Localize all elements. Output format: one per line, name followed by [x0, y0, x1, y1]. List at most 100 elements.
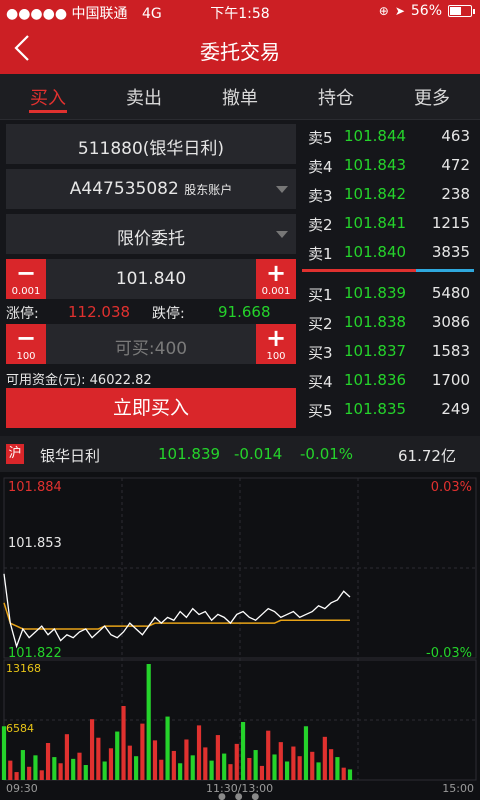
location-arrow-icon: ➤ — [394, 4, 405, 18]
volume-bar — [140, 723, 145, 780]
price-increase-button[interactable]: + 0.001 — [256, 259, 296, 299]
volume-bar — [209, 760, 214, 780]
bid-quantity: 249 — [441, 400, 470, 418]
limit-down-label: 跌停: — [152, 306, 185, 322]
volume-bar — [285, 761, 290, 780]
x-label-open: 09:30 — [6, 782, 38, 795]
account-number: A447535082 — [69, 179, 179, 199]
volume-bar — [115, 731, 120, 780]
volume-bar — [8, 760, 13, 780]
tab-buy[interactable]: 买入 — [0, 84, 96, 110]
volume-bar — [20, 750, 25, 780]
volume-bar — [234, 743, 239, 780]
ask-price: 101.842 — [344, 185, 407, 203]
ask-level: 卖5 — [308, 129, 333, 147]
battery-percent: 56% — [410, 3, 442, 19]
intraday-chart-svg — [1, 477, 477, 781]
bid-level: 买1 — [308, 286, 333, 304]
quantity-decrease-button[interactable]: − 100 — [6, 324, 46, 364]
price-stepper: − 0.001 101.840 + 0.001 — [6, 259, 296, 299]
price-decrease-button[interactable]: − 0.001 — [6, 259, 46, 299]
quantity-step-label: 100 — [16, 351, 36, 362]
bid-quantity: 1700 — [431, 371, 470, 389]
quote-price: 101.839 — [158, 445, 221, 463]
ask-row[interactable]: 卖5 101.844 463 — [300, 122, 480, 151]
volume-bar — [146, 664, 151, 780]
volume-bar — [278, 742, 283, 780]
volume-bar — [127, 745, 132, 780]
x-label-close: 15:00 — [442, 782, 474, 795]
bid-level: 买2 — [308, 315, 333, 333]
ask-bid-divider-blue — [416, 269, 474, 272]
orientation-lock-icon: ⊕ — [378, 4, 389, 18]
volume-bar — [228, 764, 233, 780]
ask-quantity: 463 — [441, 127, 470, 145]
volume-bar — [215, 735, 220, 780]
tab-more[interactable]: 更多 — [384, 84, 480, 110]
quote-name: 银华日利 — [40, 447, 101, 465]
quote-bar[interactable]: 沪 银华日利 101.839 -0.014 -0.01% 61.72亿 — [0, 436, 480, 472]
volume-bar — [259, 765, 265, 780]
pct-max-label: 0.03% — [430, 480, 472, 495]
stock-selector[interactable]: 511880(银华日利) — [6, 124, 296, 164]
volume-bar — [134, 756, 139, 780]
ask-level: 卖2 — [308, 216, 333, 234]
quantity-stepper: − 100 可买:400 + 100 — [6, 324, 296, 364]
volume-bar — [240, 722, 246, 780]
bid-price: 101.836 — [344, 371, 407, 389]
bid-row[interactable]: 买2 101.838 3086 — [300, 308, 480, 337]
ask-price: 101.843 — [344, 156, 407, 174]
volume-bar — [83, 765, 88, 780]
bid-row[interactable]: 买4 101.836 1700 — [300, 366, 480, 395]
volume-bar — [64, 734, 69, 780]
bid-row[interactable]: 买1 101.839 5480 — [300, 279, 480, 308]
volume-bar — [89, 719, 95, 780]
volume-bar — [291, 746, 296, 780]
ask-row[interactable]: 卖1 101.840 3835 — [300, 238, 480, 267]
volume-bar — [27, 766, 32, 780]
ask-price: 101.841 — [344, 214, 407, 232]
ask-level: 卖1 — [308, 245, 333, 263]
minus-icon: − — [15, 324, 37, 352]
bid-row[interactable]: 买5 101.835 249 — [300, 395, 480, 424]
volume-bar — [272, 754, 277, 780]
volume-bar — [335, 757, 340, 780]
ask-quantity: 1215 — [431, 214, 470, 232]
order-type-selector[interactable]: 限价委托 — [6, 214, 296, 254]
plus-icon: + — [265, 259, 287, 287]
volume-bar — [322, 736, 327, 780]
volume-bar — [184, 739, 189, 780]
price-input[interactable]: 101.840 — [46, 269, 256, 289]
account-selector[interactable]: A447535082 股东账户 — [6, 169, 296, 209]
volume-bar — [253, 750, 258, 780]
minus-icon: − — [15, 259, 37, 287]
market-badge: 沪 — [6, 444, 24, 464]
trade-tabs: 买入 卖出 撤单 持仓 更多 — [0, 74, 480, 120]
volume-bar — [297, 756, 302, 780]
buy-now-button[interactable]: 立即买入 — [6, 388, 296, 428]
quantity-input[interactable]: 可买:400 — [46, 334, 256, 359]
quantity-increase-button[interactable]: + 100 — [256, 324, 296, 364]
tab-sell[interactable]: 卖出 — [96, 84, 192, 110]
stock-code: 511880(银华日利) — [77, 139, 225, 159]
ask-quantity: 3835 — [431, 243, 470, 261]
tab-positions[interactable]: 持仓 — [288, 84, 384, 110]
volume-bar — [190, 755, 195, 780]
ask-bid-divider-red — [302, 269, 416, 272]
dropdown-arrow-icon — [276, 231, 288, 238]
ask-price: 101.840 — [344, 243, 407, 261]
available-funds: 可用资金(元): 46022.82 — [6, 373, 152, 388]
ask-row[interactable]: 卖2 101.841 1215 — [300, 209, 480, 238]
limit-up-label: 涨停: — [6, 306, 39, 322]
volume-bar — [165, 716, 170, 780]
bid-row[interactable]: 买3 101.837 1583 — [300, 337, 480, 366]
ask-row[interactable]: 卖3 101.842 238 — [300, 180, 480, 209]
price-limits: 涨停: 112.038 跌停: 91.668 — [6, 302, 296, 322]
ask-row[interactable]: 卖4 101.843 472 — [300, 151, 480, 180]
volume-bar — [222, 753, 227, 780]
intraday-chart[interactable]: 101.884 101.853 101.822 0.03% -0.03% 131… — [0, 472, 480, 800]
tab-cancel[interactable]: 撤单 — [192, 84, 288, 110]
volume-bar — [347, 769, 353, 780]
bid-price: 101.839 — [344, 284, 407, 302]
plus-icon: + — [265, 324, 287, 352]
